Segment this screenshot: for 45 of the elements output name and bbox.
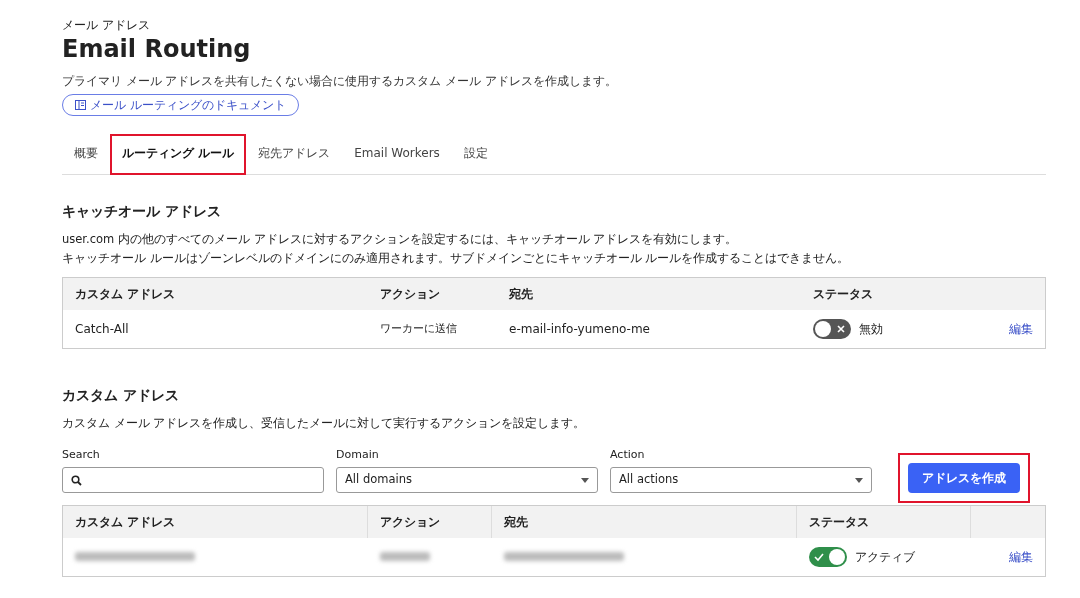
section-description: カスタム メール アドレスを作成し、受信したメールに対して実行するアクションを設定します。 [62, 415, 587, 433]
section-description: キャッチオール ルールはゾーンレベルのドメインにのみ適用されます。サブドメインごとにキャッチオール ルールを作成することはできません。 [62, 249, 851, 267]
field-label: Search [62, 446, 101, 463]
create-address-button[interactable]: アドレスを作成 [908, 463, 1020, 494]
table-cell-text: ワーカーに送信 [379, 320, 458, 337]
status-text: 無効 [859, 321, 883, 339]
tab[interactable]: 設定 [451, 134, 500, 176]
search-icon [71, 474, 82, 486]
section-heading: キャッチオール アドレス [62, 202, 222, 222]
field-label: Domain [336, 446, 380, 463]
column-header: 宛先 [492, 506, 797, 539]
status-text: アクティブ [855, 549, 915, 567]
section-description: user.com 内の他のすべてのメール アドレスに対するアクションを設定するには、キャッチオール アドレスを有効にします。 [62, 231, 739, 249]
column-header: ステータス [797, 506, 971, 539]
toggle-switch[interactable] [813, 319, 851, 340]
tab[interactable]: 概要 [62, 134, 110, 176]
column-header: アクション [379, 286, 441, 304]
tab[interactable]: Email Workers [342, 134, 452, 176]
column-header: 宛先 [508, 286, 534, 304]
search-field[interactable] [62, 467, 324, 494]
column-header: カスタム アドレス [74, 286, 177, 304]
tab[interactable]: 宛先アドレス [246, 134, 343, 176]
field-label: Action [610, 446, 646, 463]
dropdown-field[interactable]: All actions [610, 467, 872, 494]
blurred-text [380, 552, 430, 562]
table-cell-text: e-mail-info-yumeno-me [508, 321, 651, 339]
tab[interactable]: ルーティング ルール [110, 134, 247, 176]
toggle-switch[interactable] [809, 547, 847, 568]
book-icon [75, 100, 86, 111]
caret-icon [581, 477, 589, 483]
column-header: カスタム アドレス [63, 506, 368, 539]
column-header: アクション [368, 506, 492, 539]
page-description: プライマリ メール アドレスを共有したくない場合に使用するカスタム メール アドレスを作成します。 [62, 73, 618, 91]
dropdown-field[interactable]: All domains [336, 467, 598, 494]
page-title: Email Routing [62, 34, 252, 65]
column-header: ステータス [812, 286, 874, 304]
close-icon [836, 324, 846, 335]
section-heading: カスタム アドレス [62, 386, 180, 406]
check-icon [814, 552, 824, 563]
caret-icon [855, 477, 863, 483]
edit-link[interactable]: 編集 [1009, 550, 1033, 564]
documentation-link[interactable]: メール ルーティングのドキュメント [62, 94, 299, 117]
page-eyebrow: メール アドレス [62, 17, 151, 34]
edit-link[interactable]: 編集 [1009, 322, 1033, 337]
table-cell-text: Catch-All [74, 321, 130, 339]
